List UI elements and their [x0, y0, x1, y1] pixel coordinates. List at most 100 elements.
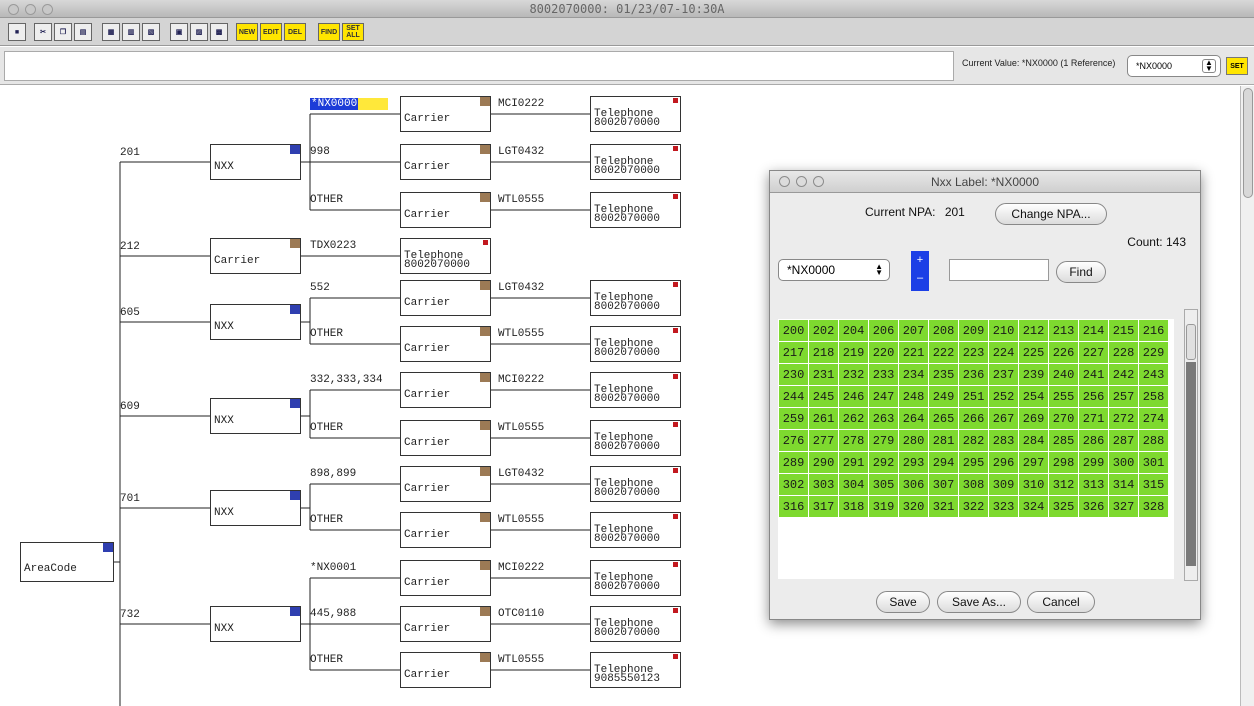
value-select[interactable]: *NX0000 ▲ ▼ [1127, 55, 1221, 77]
new-button[interactable]: NEW [236, 23, 258, 41]
collapse-tree-icon[interactable]: ▨ [190, 23, 208, 41]
code-cell[interactable]: 277 [808, 429, 839, 452]
set-all-button[interactable]: SET ALL [342, 23, 364, 41]
telephone-node[interactable]: Telephone 8002070000 [590, 96, 681, 132]
branch-label[interactable]: MCI0222 [498, 562, 544, 574]
branch-label[interactable]: 201 [120, 147, 140, 159]
branch-label[interactable]: 212 [120, 241, 140, 253]
code-cell[interactable]: 252 [988, 385, 1019, 408]
change-npa-button[interactable]: Change NPA... [995, 203, 1107, 225]
carrier-icon[interactable] [480, 561, 490, 570]
delete-button[interactable]: DEL [284, 23, 306, 41]
code-cell[interactable]: 242 [1108, 363, 1139, 386]
branch-label[interactable]: OTHER [310, 514, 343, 526]
carrier-icon[interactable] [480, 653, 490, 662]
branch-label[interactable]: OTHER [310, 194, 343, 206]
carrier-icon[interactable] [480, 281, 490, 290]
carrier-icon[interactable] [480, 327, 490, 336]
telephone-node[interactable]: Telephone 8002070000 [590, 466, 681, 502]
navigate-icon[interactable] [290, 145, 300, 154]
code-cell[interactable]: 266 [958, 407, 989, 430]
carrier-node[interactable]: Carrier [400, 280, 491, 316]
code-cell[interactable]: 320 [898, 495, 929, 518]
flag-icon[interactable] [480, 239, 490, 248]
code-cell[interactable]: 290 [808, 451, 839, 474]
branch-label[interactable]: OTHER [310, 422, 343, 434]
telephone-node[interactable]: Telephone 8002070000 [590, 192, 681, 228]
paste-icon[interactable]: ▤ [74, 23, 92, 41]
carrier-icon[interactable] [480, 145, 490, 154]
dialog-title-bar[interactable]: Nxx Label: *NX0000 [770, 171, 1200, 193]
code-cell[interactable]: 264 [898, 407, 929, 430]
copy-icon[interactable]: ❐ [54, 23, 72, 41]
code-cell[interactable]: 225 [1018, 341, 1049, 364]
flag-icon[interactable] [670, 421, 680, 430]
save-icon[interactable]: ■ [8, 23, 26, 41]
flag-icon[interactable] [670, 97, 680, 106]
code-cell[interactable]: 259 [778, 407, 809, 430]
flag-icon[interactable] [670, 653, 680, 662]
code-cell[interactable]: 322 [958, 495, 989, 518]
branch-label[interactable]: TDX0223 [310, 240, 356, 252]
areacode-node[interactable]: AreaCode [20, 542, 114, 582]
nxx-node[interactable]: NXX [210, 490, 301, 526]
carrier-node[interactable]: Carrier [400, 606, 491, 642]
code-cell[interactable]: 215 [1108, 319, 1139, 342]
branch-label[interactable]: MCI0222 [498, 98, 544, 110]
nxx-node[interactable]: NXX [210, 144, 301, 180]
branch-label[interactable]: 701 [120, 493, 140, 505]
code-cell[interactable]: 251 [958, 385, 989, 408]
code-cell[interactable]: 272 [1108, 407, 1139, 430]
code-cell[interactable]: 307 [928, 473, 959, 496]
code-cell[interactable]: 280 [898, 429, 929, 452]
carrier-icon[interactable] [480, 421, 490, 430]
code-cell[interactable]: 308 [958, 473, 989, 496]
carrier-node[interactable]: Carrier [400, 326, 491, 362]
code-cell[interactable]: 310 [1018, 473, 1049, 496]
code-cell[interactable]: 271 [1078, 407, 1109, 430]
branch-label[interactable]: *NX0001 [310, 562, 356, 574]
code-cell[interactable]: 279 [868, 429, 899, 452]
replace-node-icon[interactable]: ▧ [142, 23, 160, 41]
code-cell[interactable]: 232 [838, 363, 869, 386]
code-cell[interactable]: 299 [1078, 451, 1109, 474]
view-tree-icon[interactable]: ▩ [210, 23, 228, 41]
code-cell[interactable]: 269 [1018, 407, 1049, 430]
code-cell[interactable]: 287 [1108, 429, 1139, 452]
code-cell[interactable]: 243 [1138, 363, 1169, 386]
code-cell[interactable]: 298 [1048, 451, 1079, 474]
code-cell[interactable]: 241 [1078, 363, 1109, 386]
code-cell[interactable]: 276 [778, 429, 809, 452]
branch-label[interactable]: 552 [310, 282, 330, 294]
save-as-button[interactable]: Save As... [937, 591, 1021, 613]
code-cell[interactable]: 281 [928, 429, 959, 452]
code-cell[interactable]: 326 [1078, 495, 1109, 518]
branch-label[interactable]: LGT0432 [498, 282, 544, 294]
code-cell[interactable]: 230 [778, 363, 809, 386]
branch-label[interactable]: 732 [120, 609, 140, 621]
code-cell[interactable]: 295 [958, 451, 989, 474]
code-cell[interactable]: 263 [868, 407, 899, 430]
code-cell[interactable]: 262 [838, 407, 869, 430]
code-cell[interactable]: 218 [808, 341, 839, 364]
code-cell[interactable]: 325 [1048, 495, 1079, 518]
carrier-icon[interactable] [480, 513, 490, 522]
code-cell[interactable]: 321 [928, 495, 959, 518]
code-cell[interactable]: 239 [1018, 363, 1049, 386]
branch-label[interactable]: 445,988 [310, 608, 356, 620]
code-cell[interactable]: 292 [868, 451, 899, 474]
code-cell[interactable]: 233 [868, 363, 899, 386]
carrier-icon[interactable] [480, 467, 490, 476]
carrier-icon[interactable] [480, 97, 490, 106]
carrier-icon[interactable] [480, 373, 490, 382]
label-select[interactable]: *NX0000 ▲ ▼ [778, 259, 890, 281]
navigate-icon[interactable] [290, 491, 300, 500]
grid-scrollbar[interactable] [1184, 309, 1198, 581]
code-cell[interactable]: 255 [1048, 385, 1079, 408]
nxx-node[interactable]: NXX [210, 398, 301, 434]
telephone-node[interactable]: Telephone 8002070000 [590, 280, 681, 316]
carrier-node[interactable]: Carrier [400, 192, 491, 228]
code-cell[interactable]: 235 [928, 363, 959, 386]
code-cell[interactable]: 283 [988, 429, 1019, 452]
branch-label[interactable]: WTL0555 [498, 194, 544, 206]
